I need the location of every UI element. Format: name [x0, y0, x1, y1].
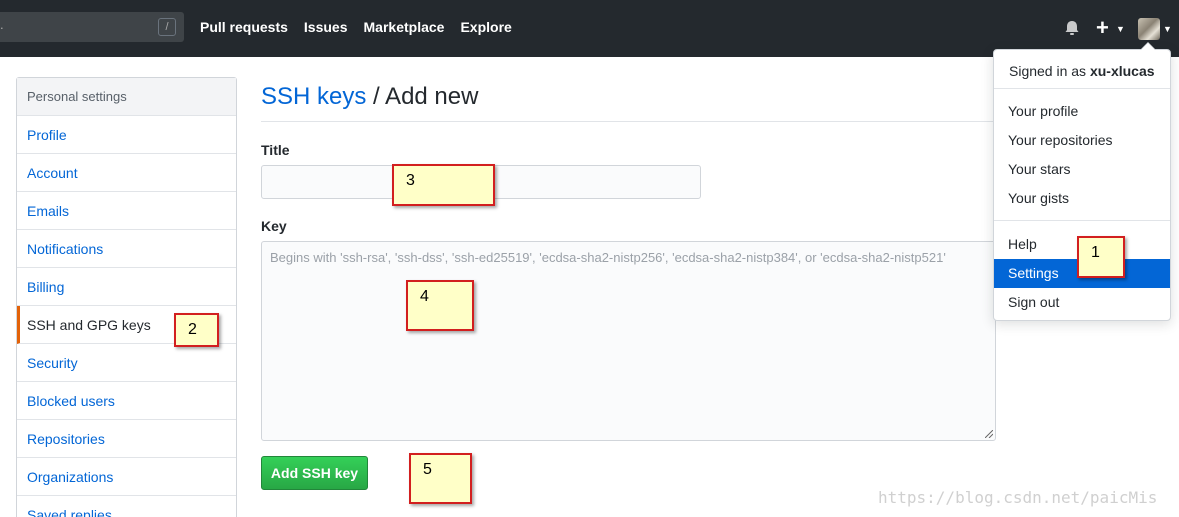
settings-sidebar: Personal settings Profile Account Emails… — [16, 77, 237, 517]
sidebar-item-security[interactable]: Security — [17, 344, 236, 382]
sidebar-item-notifications[interactable]: Notifications — [17, 230, 236, 268]
annotation-1: 1 — [1077, 236, 1125, 278]
bell-icon[interactable] — [1062, 18, 1082, 38]
sidebar-header: Personal settings — [17, 78, 236, 116]
key-label: Key — [261, 218, 287, 234]
user-dropdown-menu: Signed in as xu-xlucas Your profile Your… — [993, 42, 1171, 321]
page-title-rest: / Add new — [366, 83, 479, 110]
annotation-4: 4 — [406, 280, 474, 331]
key-placeholder: Begins with 'ssh-rsa', 'ssh-dss', 'ssh-e… — [270, 250, 946, 265]
title-label: Title — [261, 142, 290, 158]
dropdown-divider — [994, 88, 1170, 89]
annotation-2: 2 — [174, 313, 219, 347]
dropdown-divider — [994, 220, 1170, 221]
search-shortcut-key: / — [158, 18, 176, 36]
nav-pull-requests[interactable]: Pull requests — [200, 19, 288, 35]
annotation-3: 3 — [392, 164, 495, 206]
watermark: https://blog.csdn.net/paicMis — [878, 488, 1158, 507]
key-textarea[interactable]: Begins with 'ssh-rsa', 'ssh-dss', 'ssh-e… — [261, 241, 996, 441]
username: xu-xlucas — [1089, 63, 1155, 79]
sidebar-item-emails[interactable]: Emails — [17, 192, 236, 230]
menu-item-sign-out[interactable]: Sign out — [994, 288, 1170, 317]
signed-in-text: Signed in as xu-xlucas — [1009, 63, 1155, 79]
annotation-5: 5 — [409, 453, 472, 504]
chevron-down-icon[interactable]: ▼ — [1163, 24, 1172, 34]
menu-item-your-repositories[interactable]: Your repositories — [994, 126, 1170, 155]
title-divider — [261, 121, 996, 122]
plus-icon[interactable]: + — [1096, 14, 1109, 42]
ssh-keys-link[interactable]: SSH keys — [261, 83, 366, 110]
sidebar-item-saved-replies[interactable]: Saved replies — [17, 496, 236, 517]
avatar[interactable] — [1138, 18, 1160, 40]
page-title: SSH keys / Add new — [261, 83, 478, 111]
nav-marketplace[interactable]: Marketplace — [364, 19, 445, 35]
sidebar-item-billing[interactable]: Billing — [17, 268, 236, 306]
sidebar-item-repositories[interactable]: Repositories — [17, 420, 236, 458]
search-text: . — [0, 17, 4, 32]
menu-item-your-stars[interactable]: Your stars — [994, 155, 1170, 184]
main-nav: Pull requests Issues Marketplace Explore — [200, 19, 512, 35]
sidebar-item-organizations[interactable]: Organizations — [17, 458, 236, 496]
resize-handle-icon[interactable] — [985, 430, 993, 438]
nav-explore[interactable]: Explore — [460, 19, 511, 35]
nav-issues[interactable]: Issues — [304, 19, 348, 35]
chevron-down-icon[interactable]: ▼ — [1116, 24, 1125, 34]
search-input[interactable]: . / — [0, 12, 184, 42]
menu-item-your-gists[interactable]: Your gists — [994, 184, 1170, 213]
menu-item-your-profile[interactable]: Your profile — [994, 97, 1170, 126]
sidebar-item-profile[interactable]: Profile — [17, 116, 236, 154]
sidebar-item-blocked-users[interactable]: Blocked users — [17, 382, 236, 420]
add-ssh-key-button[interactable]: Add SSH key — [261, 456, 368, 490]
sidebar-item-account[interactable]: Account — [17, 154, 236, 192]
